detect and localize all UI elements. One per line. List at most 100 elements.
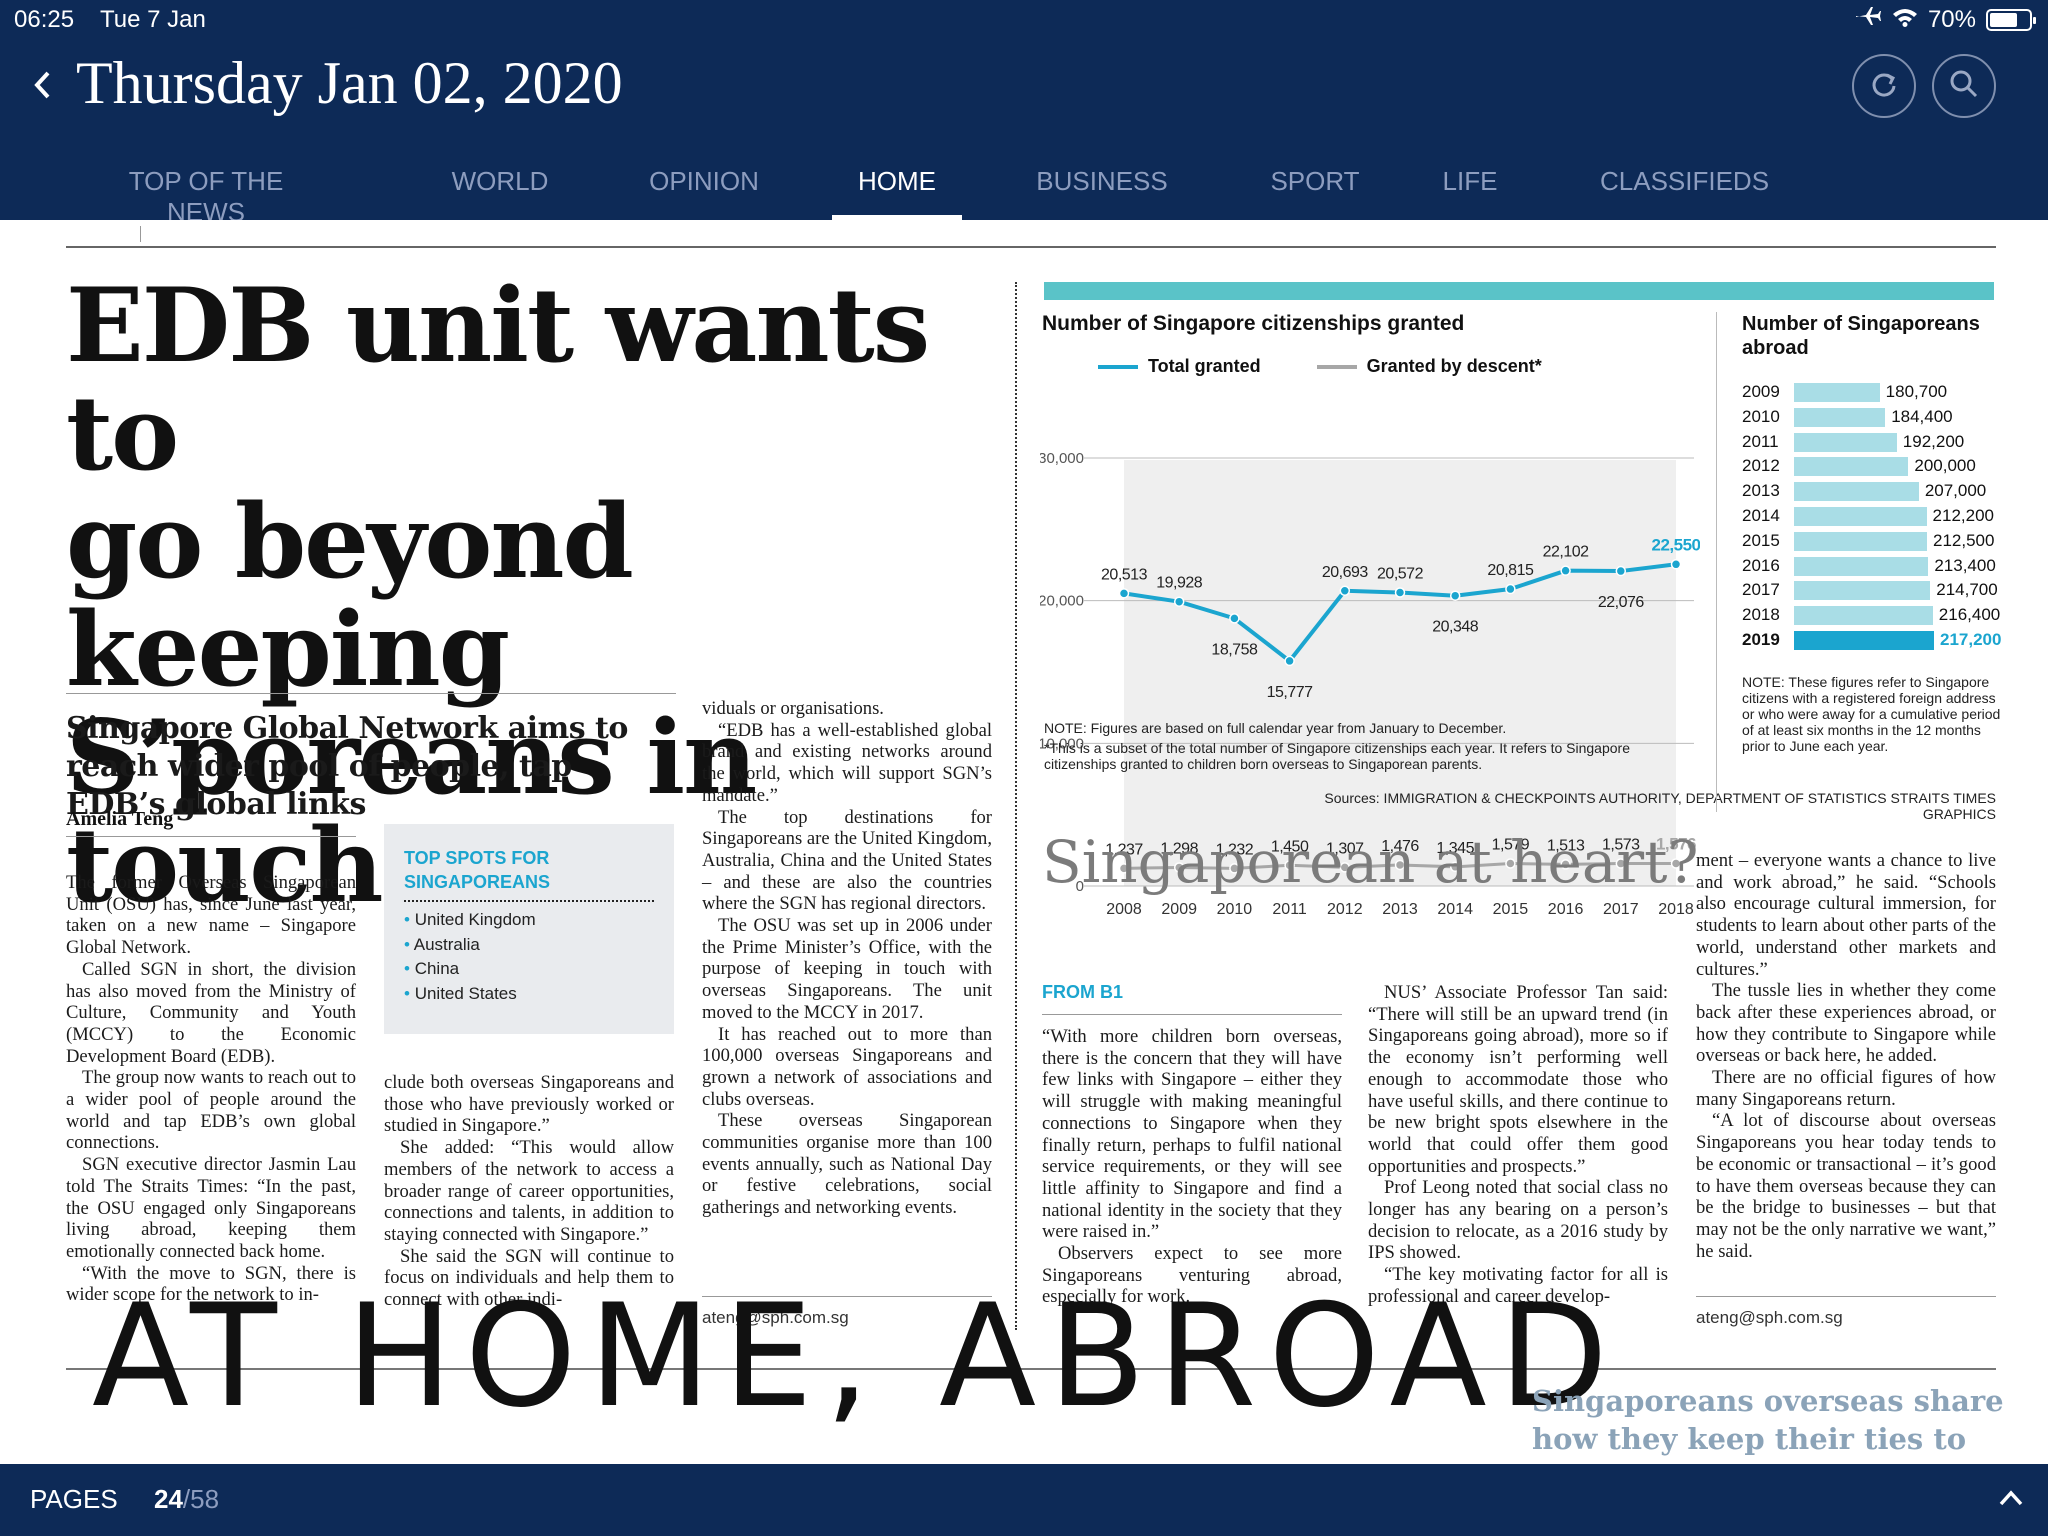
bar — [1794, 407, 1886, 427]
airplane-icon — [1854, 5, 1882, 34]
data-label: 20,815 — [1487, 562, 1534, 579]
pages-label[interactable]: PAGES — [30, 1484, 118, 1515]
bar-category-label: 2011 — [1742, 431, 1779, 451]
tab-classifieds[interactable]: CLASSIFIEDS — [1600, 162, 1769, 220]
data-label: 20,572 — [1377, 566, 1424, 583]
infobox-item: China — [404, 957, 654, 982]
paragraph: SGN executive director Jasmin Lau told T… — [66, 1154, 356, 1262]
x-tick-label: 2018 — [1658, 901, 1694, 918]
paragraph: NUS’ Associate Professor Tan said: “Ther… — [1368, 982, 1668, 1177]
paragraph: The tussle lies in whether they come bac… — [1696, 980, 1996, 1067]
paragraph: Called SGN in short, the division has al… — [66, 958, 356, 1067]
data-label: 20,513 — [1101, 566, 1148, 583]
bar-row: 2013 207,000 — [1742, 479, 2012, 504]
infobox-title: TOP SPOTS FOR SINGAPOREANS — [404, 846, 654, 902]
bar-value-label: 180,700 — [1885, 382, 1948, 401]
bar — [1794, 630, 1934, 650]
section-tabs: TOP OF THE NEWS WORLD OPINION HOME BUSIN… — [0, 162, 2048, 227]
data-point — [1173, 596, 1185, 607]
search-button[interactable] — [1932, 54, 1996, 118]
bar-category-label: 2014 — [1742, 505, 1780, 525]
story2-from-label: FROM B1 — [1042, 982, 1123, 1002]
paragraph: clude both overseas Singaporeans and tho… — [384, 1072, 674, 1137]
data-label: 18,758 — [1211, 641, 1258, 658]
tab-world[interactable]: WORLD — [440, 162, 560, 220]
y-tick-label: 30,000 — [1040, 450, 1084, 467]
data-point — [1449, 590, 1461, 601]
x-tick-label: 2010 — [1217, 901, 1253, 918]
expand-up-chevron-icon[interactable] — [1998, 1478, 2024, 1515]
newspaper-page[interactable]: EDB unit wants to go beyond keeping S’po… — [0, 220, 2048, 1464]
singaporeans-abroad-bar-chart: 2009 180,700 2010 184,400 2011 192,200 2012 200… — [1742, 380, 2012, 653]
refresh-button[interactable] — [1852, 54, 1916, 118]
data-label: 22,102 — [1543, 544, 1590, 561]
bar-row: 2010 184,400 — [1742, 405, 2012, 430]
status-time: 06:25 — [14, 6, 75, 33]
bar — [1794, 482, 1919, 502]
bar-row: 2011 192,200 — [1742, 430, 2012, 455]
paragraph: She added: “This would allow members of … — [384, 1137, 674, 1245]
tab-life[interactable]: LIFE — [1434, 162, 1506, 220]
wifi-icon — [1892, 6, 1918, 34]
story2-author-email[interactable]: ateng@sph.com.sg — [1696, 1308, 1843, 1328]
tab-home[interactable]: HOME — [832, 162, 962, 220]
bar-row: 2016 213,400 — [1742, 554, 2012, 579]
byline: Amelia Teng — [66, 808, 174, 830]
story2-column-1: “With more children born overseas, there… — [1042, 1026, 1342, 1308]
graphic-accent-bar — [1044, 282, 1994, 300]
bar-row: 2009 180,700 — [1742, 380, 2012, 405]
infobox-item: United Kingdom — [404, 908, 654, 933]
legend-swatch-descent — [1316, 364, 1357, 369]
tab-top-of-the-news[interactable]: TOP OF THE NEWS — [96, 162, 316, 227]
chart-footnote: *This is a subset of the total number of… — [1044, 740, 1630, 772]
paragraph: The top destinations for Singaporeans ar… — [702, 806, 992, 915]
bar-row: 2015 212,500 — [1742, 529, 2012, 554]
top-rule — [66, 246, 1996, 248]
page-counter[interactable]: 24/58 — [154, 1484, 219, 1515]
bar-value-label: 184,400 — [1891, 406, 1953, 426]
section-banner-title: AT HOME, ABROAD — [92, 1274, 1621, 1439]
bar-value-label: 192,200 — [1902, 431, 1965, 451]
graphic-separator — [1716, 312, 1717, 812]
bar — [1794, 383, 1880, 402]
tab-opinion[interactable]: OPINION — [644, 162, 764, 220]
data-label: 15,777 — [1267, 684, 1314, 701]
bar-value-label: 212,200 — [1932, 505, 1994, 525]
x-tick-label: 2013 — [1382, 901, 1418, 918]
issue-date-title[interactable]: Thursday Jan 02, 2020 — [76, 48, 623, 118]
bar-value-label: 216,400 — [1938, 605, 2001, 625]
data-point — [1284, 655, 1295, 667]
bar-row: 2017 214,700 — [1742, 578, 2012, 603]
tab-business[interactable]: BUSINESS — [1034, 162, 1170, 220]
bar — [1794, 581, 1931, 601]
data-point — [1394, 587, 1406, 598]
bar-category-label: 2009 — [1742, 382, 1780, 401]
total-pages: /58 — [182, 1484, 220, 1514]
data-label: 22,550 — [1652, 535, 1701, 554]
bar-category-label: 2016 — [1742, 555, 1780, 575]
tab-sport[interactable]: SPORT — [1260, 162, 1370, 220]
story2-rule — [1042, 1014, 1342, 1015]
battery-percent: 70% — [1927, 5, 1976, 33]
top-spots-infobox: TOP SPOTS FOR SINGAPOREANS United Kingdo… — [384, 824, 674, 1034]
bar — [1794, 606, 1933, 626]
infobox-item: United States — [404, 982, 654, 1007]
bar-value-label: 200,000 — [1914, 456, 1976, 476]
chart-legend: Total granted Granted by descent* — [1098, 356, 1542, 377]
bar — [1794, 457, 1909, 477]
story2-column-2: NUS’ Associate Professor Tan said: “Ther… — [1368, 982, 1668, 1308]
status-date: Tue 7 Jan — [100, 6, 206, 33]
refresh-icon — [1869, 69, 1899, 104]
bottom-page-bar: PAGES 24/58 — [0, 1464, 2048, 1536]
article-column-3: viduals or organisations. “EDB has a wel… — [702, 698, 992, 1219]
paragraph: “With more children born overseas, there… — [1042, 1026, 1342, 1243]
graphic-sources: Sources: IMMIGRATION & CHECKPOINTS AUTHO… — [1324, 790, 1996, 822]
bar-category-label: 2012 — [1742, 456, 1780, 476]
bar-value-label: 214,700 — [1936, 580, 1998, 600]
x-tick-label: 2009 — [1161, 901, 1197, 918]
paragraph: There are no official figures of how man… — [1696, 1067, 1996, 1110]
headline-line-2: go beyond keeping — [66, 482, 634, 710]
back-chevron-icon[interactable] — [32, 64, 52, 108]
abroad-note: NOTE: These figures refer to Singapore c… — [1742, 674, 2001, 754]
top-bar: 06:25 Tue 7 Jan 70% Thursday Jan 02, 202… — [0, 0, 2048, 227]
